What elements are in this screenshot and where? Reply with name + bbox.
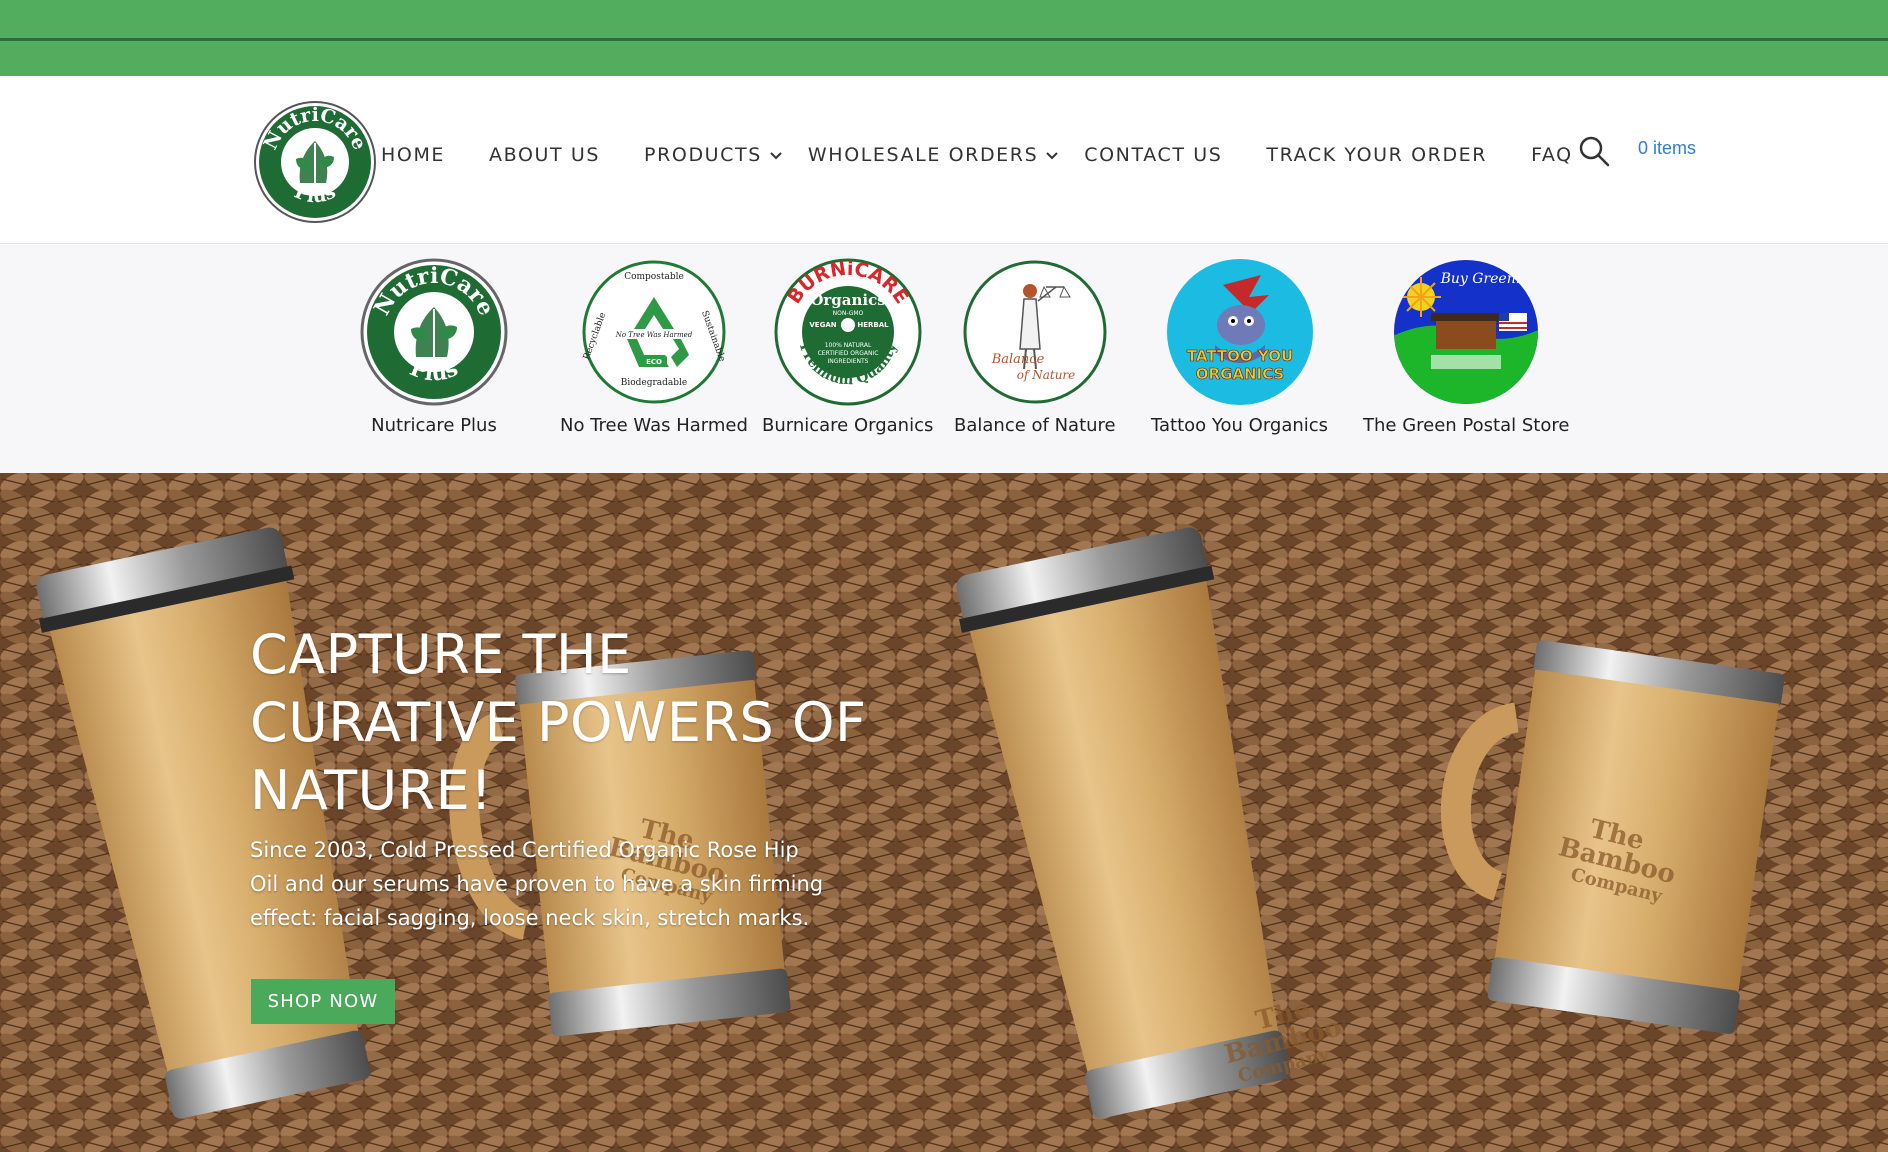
search-button[interactable] — [1578, 135, 1610, 167]
top-bar-divider — [0, 38, 1888, 41]
svg-text:Compostable: Compostable — [624, 272, 684, 282]
nutricare-logo-icon: NutriCare Plus — [253, 100, 377, 224]
nav-wholesale-orders[interactable]: WHOLESALE ORDERS — [808, 144, 1060, 166]
hero-description: Since 2003, Cold Pressed Certified Organ… — [250, 838, 824, 930]
brand-green-postal-store[interactable]: Buy Green! The Green Postal Store — [1363, 257, 1569, 436]
svg-text:Buy Green!: Buy Green! — [1440, 271, 1522, 287]
svg-text:Balance: Balance — [991, 352, 1045, 367]
brand-label: Balance of Nature — [954, 415, 1116, 436]
site-header: NutriCare Plus HOME ABOUT US PRODUCTS WH… — [0, 76, 1888, 244]
brand-label: Burnicare Organics — [762, 415, 934, 436]
brand-label: Nutricare Plus — [371, 415, 497, 436]
hero-heading: CAPTURE THE CURATIVE POWERS OF NATURE! — [250, 623, 867, 822]
svg-text:VEGAN: VEGAN — [809, 321, 836, 329]
brand-burnicare-organics[interactable]: BURNiCARE Organics NON-GMO VEGAN HERBAL … — [762, 257, 933, 436]
brand-no-tree-was-harmed[interactable]: Compostable Recyclable Sustainable No Tr… — [560, 257, 748, 436]
postal-store-logo-icon: Buy Green! — [1394, 260, 1539, 404]
burnicare-logo-icon: BURNiCARE Organics NON-GMO VEGAN HERBAL … — [774, 258, 922, 406]
brand-strip: NutriCare Plus Nutricare Plus Compostabl… — [0, 245, 1888, 473]
nutricare-brand-logo-icon: NutriCare Plus — [360, 258, 508, 406]
top-bar — [0, 0, 1888, 76]
nav-products-label: PRODUCTS — [644, 144, 762, 166]
cart-link[interactable]: 0 items — [1638, 138, 1696, 159]
tattoo-character-logo-icon: TATTOO YOU ORGANICS — [1166, 259, 1313, 405]
balance-scale-logo-icon: Balance of Nature — [963, 260, 1107, 404]
site-logo[interactable]: NutriCare Plus — [252, 99, 378, 225]
nav-contact-us[interactable]: CONTACT US — [1084, 144, 1222, 166]
svg-text:100% NATURAL: 100% NATURAL — [824, 342, 871, 349]
search-icon — [1579, 136, 1610, 167]
chevron-down-icon — [770, 152, 782, 160]
svg-text:TATTOO YOU: TATTOO YOU — [1186, 347, 1292, 365]
svg-text:Organics: Organics — [810, 291, 885, 309]
brand-label: Tattoo You Organics — [1151, 415, 1329, 436]
nav-about-us[interactable]: ABOUT US — [489, 144, 600, 166]
svg-text:of Nature: of Nature — [1017, 368, 1076, 382]
nav-wholesale-label: WHOLESALE ORDERS — [807, 144, 1039, 166]
nav-faq[interactable]: FAQ — [1531, 144, 1573, 166]
recycle-logo-icon: Compostable Recyclable Sustainable No Tr… — [582, 260, 727, 404]
main-nav: HOME ABOUT US PRODUCTS WHOLESALE ORDERS … — [381, 140, 1573, 170]
svg-text:Biodegradable: Biodegradable — [621, 378, 688, 388]
chevron-down-icon — [1046, 152, 1058, 160]
svg-text:CERTIFIED ORGANIC: CERTIFIED ORGANIC — [817, 350, 878, 357]
nav-products[interactable]: PRODUCTS — [644, 144, 784, 166]
brand-tattoo-you-organics[interactable]: TATTOO YOU ORGANICS Tattoo You Organics — [1151, 257, 1328, 436]
hero-banner: The Bamboo Company The Bamboo Company Th… — [0, 473, 1888, 1152]
svg-text:NON-GMO: NON-GMO — [832, 310, 863, 317]
svg-text:No Tree Was Harmed: No Tree Was Harmed — [615, 331, 693, 339]
nav-track-order[interactable]: TRACK YOUR ORDER — [1266, 144, 1487, 166]
brand-nutricare-plus[interactable]: NutriCare Plus Nutricare Plus — [359, 257, 509, 436]
svg-text:HERBAL: HERBAL — [857, 321, 889, 329]
shop-now-button[interactable]: SHOP NOW — [251, 979, 395, 1024]
brand-balance-of-nature[interactable]: Balance of Nature Balance of Nature — [954, 257, 1116, 436]
svg-text:ECO: ECO — [646, 358, 662, 366]
svg-text:ORGANICS: ORGANICS — [1195, 365, 1283, 383]
brand-label: The Green Postal Store — [1363, 415, 1570, 436]
brand-label: No Tree Was Harmed — [560, 415, 748, 436]
nav-home[interactable]: HOME — [381, 144, 445, 166]
svg-text:INGREDIENTS: INGREDIENTS — [827, 358, 868, 365]
